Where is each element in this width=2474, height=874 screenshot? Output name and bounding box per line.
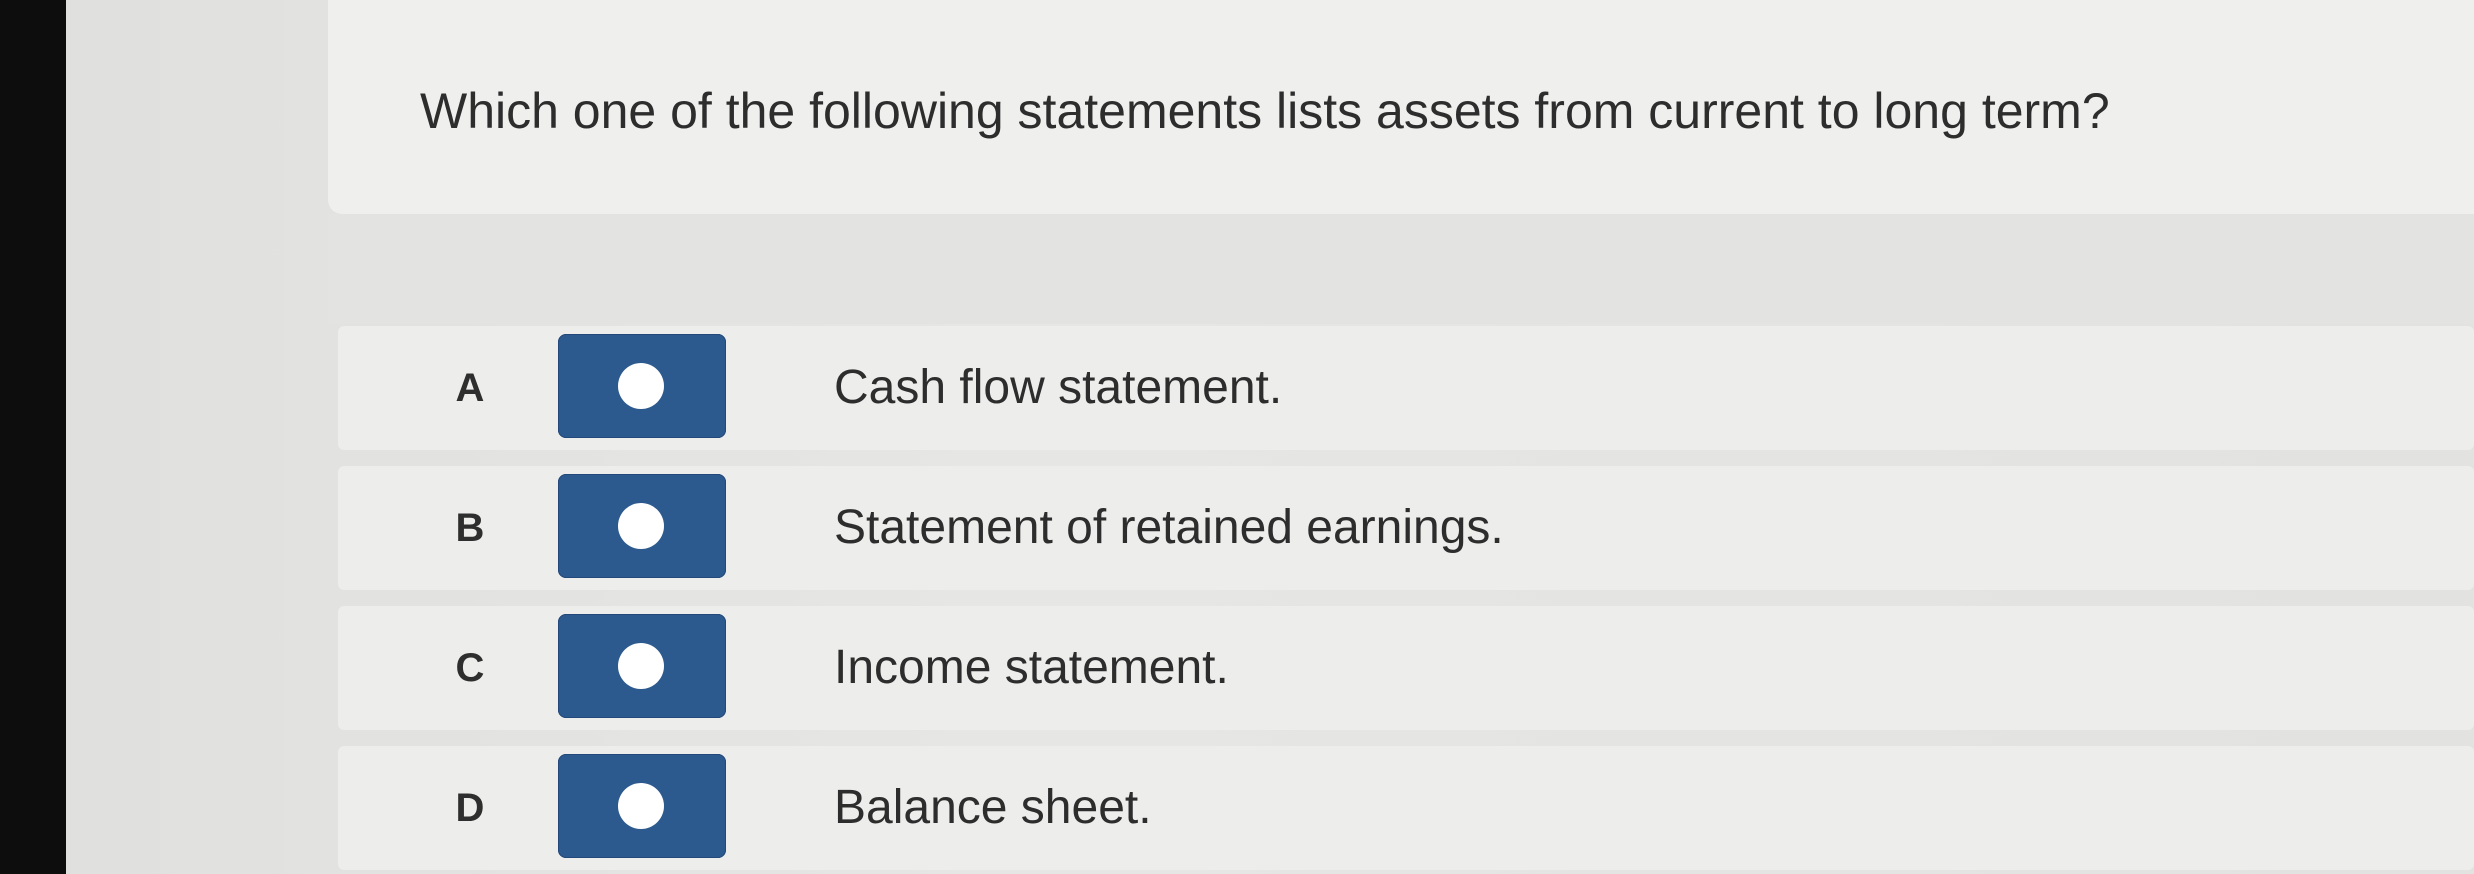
option-row-c[interactable]: C Income statement. <box>338 606 2474 730</box>
option-text: Statement of retained earnings. <box>834 501 1504 554</box>
option-letter: A <box>455 366 485 410</box>
option-row-b[interactable]: B Statement of retained earnings. <box>338 466 2474 590</box>
radio-dot-icon <box>618 783 664 829</box>
option-row-a[interactable]: A Cash flow statement. <box>338 326 2474 450</box>
question-text: Which one of the following statements li… <box>420 83 2110 139</box>
quiz-screen: Which one of the following statements li… <box>66 0 2474 874</box>
divider-band <box>328 214 2474 324</box>
option-letter: B <box>455 506 485 550</box>
option-letter: C <box>455 646 485 690</box>
radio-dot-icon <box>618 643 664 689</box>
option-text: Cash flow statement. <box>834 361 1283 414</box>
radio-button-a[interactable] <box>558 334 726 438</box>
question-panel: Which one of the following statements li… <box>328 0 2474 214</box>
radio-button-d[interactable] <box>558 754 726 858</box>
radio-dot-icon <box>618 363 664 409</box>
option-text: Income statement. <box>834 641 1229 694</box>
option-text: Balance sheet. <box>834 781 1152 834</box>
radio-button-c[interactable] <box>558 614 726 718</box>
monitor-bezel <box>0 0 66 874</box>
option-row-d[interactable]: D Balance sheet. <box>338 746 2474 870</box>
option-letter: D <box>455 786 485 830</box>
radio-dot-icon <box>618 503 664 549</box>
radio-button-b[interactable] <box>558 474 726 578</box>
